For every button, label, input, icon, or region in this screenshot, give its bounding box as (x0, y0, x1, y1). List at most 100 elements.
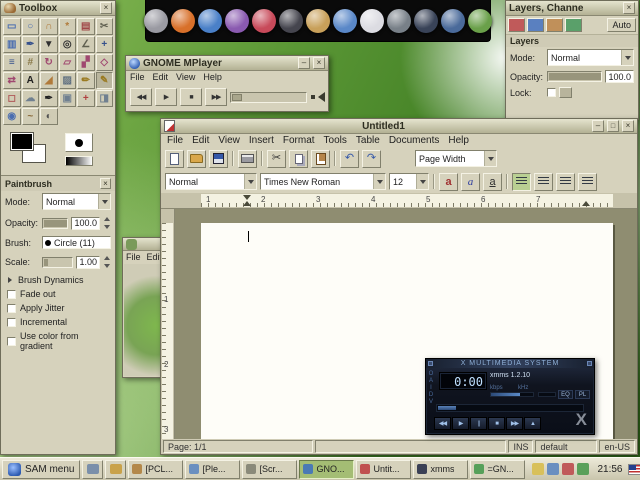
scale-slider[interactable] (42, 257, 73, 268)
clone-tool[interactable]: ▣ (59, 90, 77, 107)
seek-slider[interactable] (230, 92, 307, 103)
dropdown-arrow-icon[interactable] (98, 194, 110, 209)
xmms-titlebar[interactable]: X MULTIMEDIA SYSTEM (426, 359, 594, 368)
cut-button[interactable]: ✂ (267, 150, 286, 168)
free-select-tool[interactable]: ∩ (40, 18, 58, 35)
active-gradient-preview[interactable] (65, 156, 93, 166)
media-player-dock-icon[interactable] (171, 9, 195, 33)
opacity-spinner[interactable] (103, 214, 111, 232)
align-justify-button[interactable] (578, 173, 597, 191)
move-tool[interactable]: + (96, 36, 114, 53)
keyboard-layout-flag-icon[interactable] (628, 464, 640, 475)
stop-button[interactable]: ■ (180, 88, 202, 106)
lock-dock-icon[interactable] (144, 9, 168, 33)
seek-thumb[interactable] (232, 94, 242, 101)
right-indent-marker[interactable] (582, 201, 590, 206)
opacity-slider[interactable] (42, 218, 68, 229)
channels-tab-icon[interactable] (527, 18, 544, 32)
tool-option-checkbox[interactable]: Incremental (1, 315, 115, 329)
language-indicator[interactable]: en-US (599, 440, 635, 453)
menu-item[interactable]: Edit (153, 72, 169, 82)
scale-tool[interactable]: ▱ (59, 54, 77, 71)
taskbar-task[interactable]: =GN... (470, 460, 525, 479)
foreground-color-swatch[interactable] (11, 133, 33, 150)
lock-checkbox[interactable] (547, 88, 556, 97)
font-size-dropdown[interactable]: 12 (389, 173, 429, 190)
ink-tool[interactable]: ✒ (40, 90, 58, 107)
layers-titlebar[interactable]: Layers, Channe (506, 1, 638, 16)
eraser-tool[interactable]: ◻ (3, 90, 21, 107)
measure-tool[interactable]: ∠ (77, 36, 95, 53)
font-dropdown[interactable]: Times New Roman (260, 173, 386, 190)
clock[interactable]: 21:56 (594, 464, 625, 475)
chat-dock-icon[interactable] (225, 9, 249, 33)
shear-tool[interactable]: ▞ (77, 54, 95, 71)
perspective-tool[interactable]: ◇ (96, 54, 114, 71)
new-document-button[interactable] (165, 150, 184, 168)
align-center-button[interactable] (534, 173, 553, 191)
dropdown-arrow-icon[interactable] (373, 174, 385, 189)
smudge-tool[interactable]: ~ (22, 108, 40, 125)
xmms-balance-slider[interactable] (538, 392, 556, 397)
left-indent-marker[interactable] (243, 195, 251, 200)
pause-button[interactable]: || (470, 417, 487, 430)
minimize-icon[interactable] (298, 57, 310, 69)
menu-item[interactable]: Format (283, 135, 315, 146)
xmms-close-icon[interactable] (587, 361, 592, 366)
gimp-dock-icon[interactable] (306, 9, 330, 33)
lock-alpha-icon[interactable] (559, 87, 572, 98)
align-left-button[interactable] (512, 173, 531, 191)
align-tool[interactable]: ≡ (3, 54, 21, 71)
close-icon[interactable] (100, 2, 112, 14)
terminal-dock-icon[interactable] (387, 9, 411, 33)
zoom-dropdown[interactable]: Page Width (415, 150, 497, 167)
auto-button[interactable]: Auto (607, 18, 636, 32)
xmms-menu-icon[interactable] (428, 361, 433, 366)
dropdown-arrow-icon[interactable] (621, 50, 633, 65)
pencil-tool[interactable]: ✏ (77, 72, 95, 89)
menu-item[interactable]: Edit (192, 135, 209, 146)
play-button[interactable]: ▶ (155, 88, 177, 106)
style-indicator[interactable]: default (535, 440, 597, 453)
xmms-time-display[interactable]: 0:00 (439, 372, 487, 390)
rotate-tool[interactable]: ↻ (40, 54, 58, 71)
xmms-pl-button[interactable]: PL (575, 390, 590, 399)
abiword-titlebar[interactable]: Untitled1 (161, 119, 637, 134)
close-icon[interactable] (313, 57, 325, 69)
menu-item[interactable]: File (130, 72, 145, 82)
brush-dynamics-expander[interactable]: Brush Dynamics (1, 273, 115, 287)
close-icon[interactable] (623, 2, 635, 14)
layer-mode-dropdown[interactable]: Normal (547, 49, 634, 66)
taskbar-task[interactable]: [PCL... (128, 460, 183, 479)
menu-item[interactable]: Help (203, 72, 222, 82)
next-button[interactable]: ▶▶ (506, 417, 523, 430)
office-dock-icon[interactable] (360, 9, 384, 33)
redo-button[interactable]: ↷ (362, 150, 381, 168)
taskbar-task[interactable]: Untit... (356, 460, 411, 479)
menu-item[interactable]: Help (448, 135, 469, 146)
volume-icon[interactable] (310, 91, 324, 103)
checkbox-icon[interactable] (7, 290, 16, 299)
previous-button[interactable]: ◀◀ (130, 88, 152, 106)
toolbox-titlebar[interactable]: Toolbox (1, 1, 115, 16)
paintbrush-tool[interactable]: ✎ (96, 72, 114, 89)
next-button[interactable]: ▶▶ (205, 88, 227, 106)
menu-item[interactable]: Documents (389, 135, 440, 146)
taskbar-task[interactable]: GNO... (299, 460, 354, 479)
tool-option-checkbox[interactable]: Fade out (1, 287, 115, 301)
mplayer-titlebar[interactable]: GNOME MPlayer (126, 56, 328, 71)
select-by-color-tool[interactable]: ▤ (77, 18, 95, 35)
brush-selector[interactable]: Circle (11) (42, 236, 111, 249)
photo-dock-icon[interactable] (279, 9, 303, 33)
network-tray-icon[interactable] (577, 463, 589, 475)
bucket-fill-tool[interactable]: ◢ (40, 72, 58, 89)
taskbar-task[interactable]: [Scr... (242, 460, 297, 479)
close-icon[interactable] (622, 120, 634, 132)
movie-editor-dock-icon[interactable] (468, 9, 492, 33)
checkbox-icon[interactable] (7, 304, 16, 313)
xmms-position-slider[interactable] (436, 404, 584, 412)
paste-button[interactable] (311, 150, 330, 168)
copy-button[interactable] (289, 150, 308, 168)
tool-option-checkbox[interactable]: Use color from gradient (1, 329, 115, 353)
flip-tool[interactable]: ⇄ (3, 72, 21, 89)
